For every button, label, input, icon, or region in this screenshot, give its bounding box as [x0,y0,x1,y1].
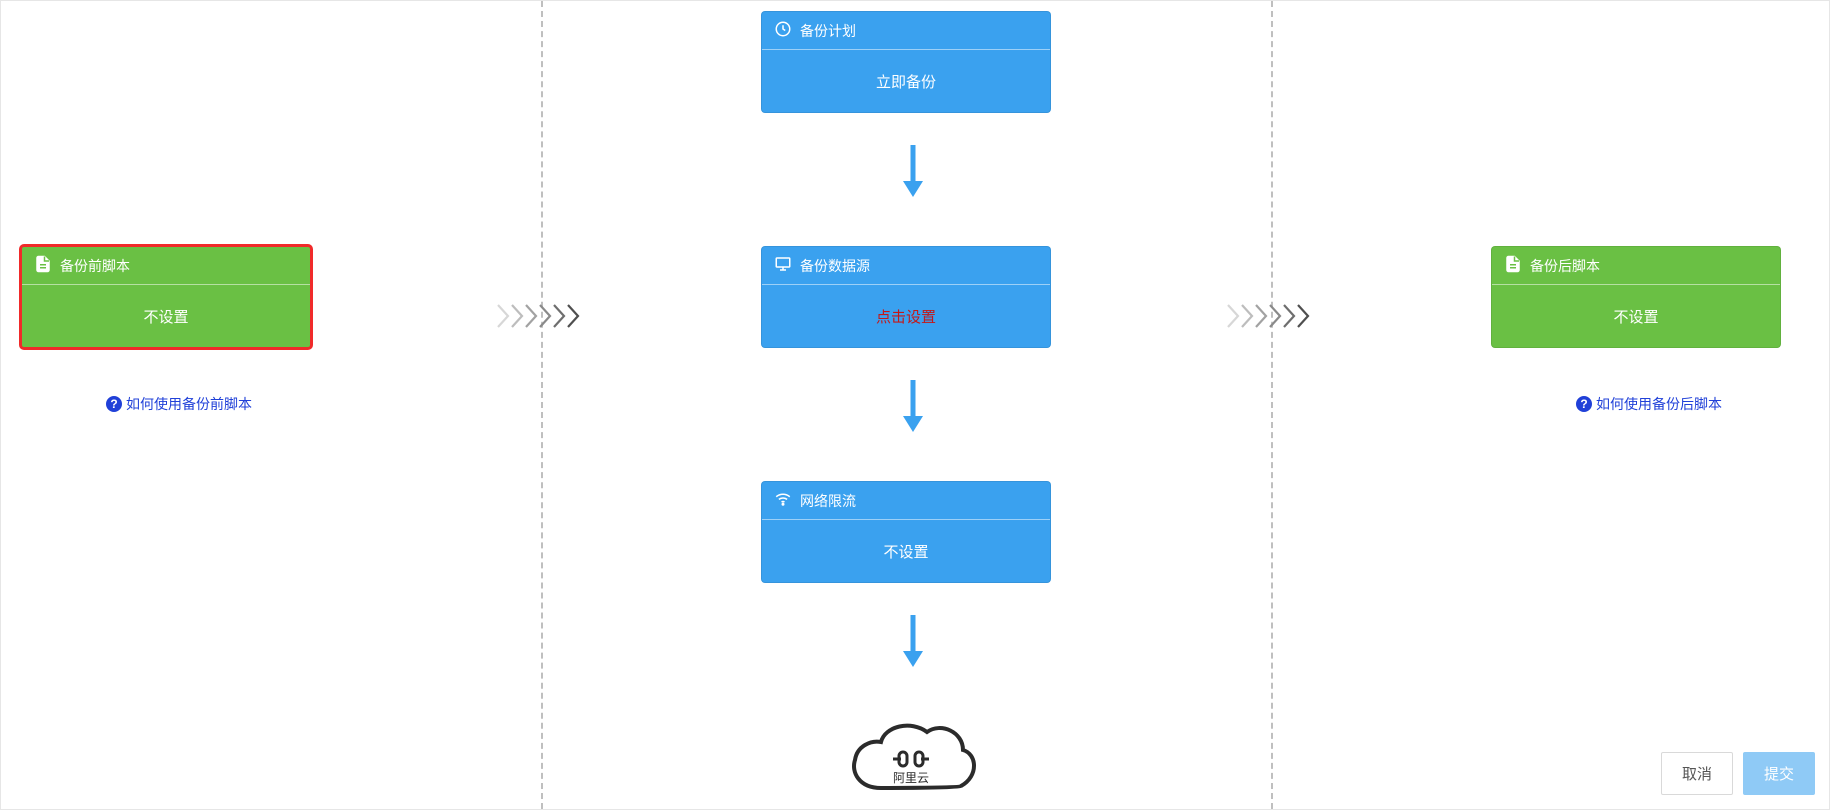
card-title: 备份后脚本 [1530,256,1600,276]
divider-right [1271,1,1273,809]
backup-plan-card[interactable]: 备份计划 立即备份 [761,11,1051,113]
card-title: 备份数据源 [800,256,870,276]
cloud-target: 阿里云 [841,716,981,811]
chevrons-right [1226,301,1316,331]
card-value: 立即备份 [762,50,1050,112]
backup-data-source-card[interactable]: 备份数据源 点击设置 [761,246,1051,348]
card-value: 不设置 [762,520,1050,582]
help-link-label: 如何使用备份后脚本 [1596,394,1722,414]
pre-backup-script-card[interactable]: 备份前脚本 不设置 [21,246,311,348]
card-title: 备份计划 [800,21,856,41]
cancel-button[interactable]: 取消 [1661,752,1733,795]
submit-button[interactable]: 提交 [1743,752,1815,795]
cloud-label-svg: 阿里云 [893,771,929,785]
file-icon [1504,255,1522,276]
clock-icon [774,20,792,41]
help-link-label: 如何使用备份前脚本 [126,394,252,414]
post-script-help-link[interactable]: ? 如何使用备份后脚本 [1576,394,1722,414]
question-icon: ? [106,396,122,412]
pre-script-help-link[interactable]: ? 如何使用备份前脚本 [106,394,252,414]
file-icon [34,255,52,276]
network-throttle-card[interactable]: 网络限流 不设置 [761,481,1051,583]
card-title: 网络限流 [800,491,856,511]
chevrons-left [496,301,586,331]
divider-left [541,1,543,809]
post-backup-script-card[interactable]: 备份后脚本 不设置 [1491,246,1781,348]
arrow-down-icon [899,376,927,436]
arrow-down-icon [899,141,927,201]
footer-actions: 取消 提交 [1661,752,1815,795]
wifi-icon [774,490,792,511]
monitor-icon [774,255,792,276]
card-value: 点击设置 [762,285,1050,347]
card-value: 不设置 [1492,285,1780,347]
card-title: 备份前脚本 [60,256,130,276]
question-icon: ? [1576,396,1592,412]
arrow-down-icon [899,611,927,671]
card-value: 不设置 [22,285,310,347]
